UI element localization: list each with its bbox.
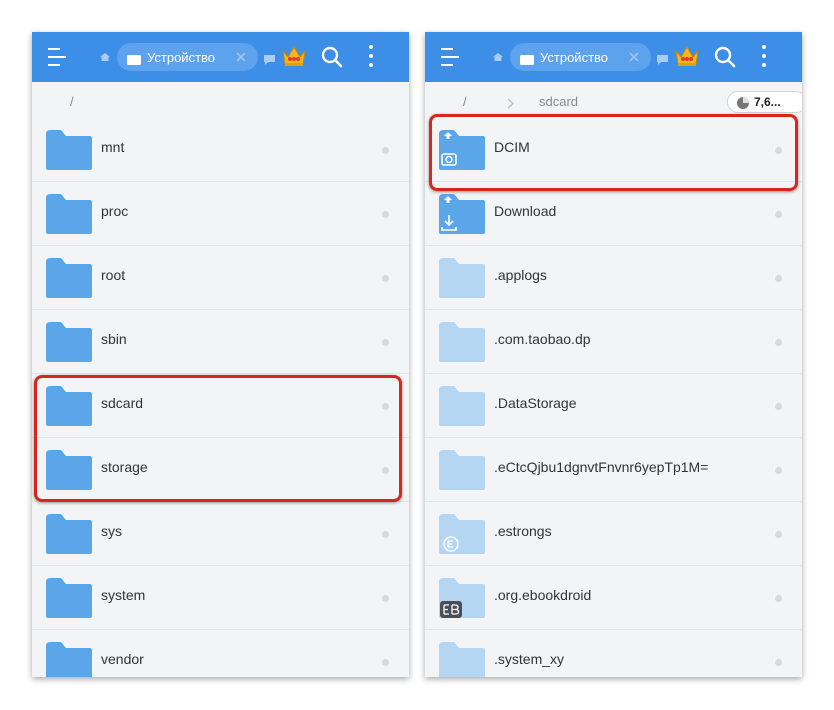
file-browser-panel-left: Устройство / mnt proc root sbin sdcard s… <box>32 32 409 677</box>
close-icon[interactable] <box>627 50 641 64</box>
download-folder-icon <box>439 194 485 234</box>
toolbar: Устройство <box>32 32 409 82</box>
menu-icon[interactable] <box>441 48 463 66</box>
estrongs-folder-icon <box>439 514 485 554</box>
item-name: .system_xy <box>494 651 565 667</box>
pie-chart-icon <box>737 97 749 109</box>
highlight-sdcard-storage <box>34 375 402 502</box>
list-item[interactable]: Download <box>425 182 802 246</box>
list-item[interactable]: .com.taobao.dp <box>425 310 802 374</box>
item-name: vendor <box>101 651 144 667</box>
item-name: .estrongs <box>494 523 552 539</box>
select-dot[interactable] <box>775 275 782 282</box>
select-dot[interactable] <box>775 595 782 602</box>
hidden-folder-icon <box>439 258 485 298</box>
crown-icon[interactable] <box>281 44 307 68</box>
list-item[interactable]: sys <box>32 502 409 566</box>
home-icon[interactable] <box>493 53 503 61</box>
device-tab[interactable]: Устройство <box>117 43 258 71</box>
select-dot[interactable] <box>775 467 782 474</box>
select-dot[interactable] <box>775 531 782 538</box>
hidden-folder-icon <box>439 322 485 362</box>
select-dot[interactable] <box>775 659 782 666</box>
item-name: sbin <box>101 331 127 347</box>
item-name: sys <box>101 523 122 539</box>
hidden-folder-icon <box>439 386 485 426</box>
close-icon[interactable] <box>234 50 248 64</box>
crown-icon[interactable] <box>674 44 700 68</box>
item-name: .applogs <box>494 267 547 283</box>
select-dot[interactable] <box>382 531 389 538</box>
highlight-dcim <box>429 114 798 191</box>
item-name: proc <box>101 203 129 219</box>
list-item[interactable]: .DataStorage <box>425 374 802 438</box>
breadcrumb: / sdcard 7,6... <box>425 82 802 118</box>
hidden-folder-icon <box>439 642 485 677</box>
item-name: mnt <box>101 139 125 155</box>
folder-icon <box>46 514 92 554</box>
item-name: Download <box>494 203 557 219</box>
item-name: .DataStorage <box>494 395 577 411</box>
list-item[interactable]: .eCtcQjbu1dgnvtFnvnr6yepTp1M= <box>425 438 802 502</box>
list-item[interactable]: root <box>32 246 409 310</box>
ebookdroid-folder-icon <box>439 578 485 618</box>
list-item[interactable]: system <box>32 566 409 630</box>
more-options-icon[interactable] <box>367 45 375 69</box>
select-dot[interactable] <box>382 147 389 154</box>
folder-icon <box>46 322 92 362</box>
list-item[interactable]: vendor <box>32 630 409 677</box>
device-tab-label: Устройство <box>540 50 609 65</box>
item-name: system <box>101 587 146 603</box>
tablet-icon <box>127 52 141 65</box>
item-name: .org.ebookdroid <box>494 587 592 603</box>
device-tab-label: Устройство <box>147 50 216 65</box>
breadcrumb-root[interactable]: / <box>70 94 74 109</box>
list-item[interactable]: proc <box>32 182 409 246</box>
select-dot[interactable] <box>382 211 389 218</box>
toolbar: Устройство <box>425 32 802 82</box>
list-item[interactable]: .estrongs <box>425 502 802 566</box>
breadcrumb-sdcard[interactable]: sdcard <box>539 94 578 109</box>
search-icon[interactable] <box>321 46 343 68</box>
window-icon[interactable] <box>264 52 275 65</box>
list-item[interactable]: mnt <box>32 118 409 182</box>
select-dot[interactable] <box>382 275 389 282</box>
item-name: .com.taobao.dp <box>494 331 591 347</box>
breadcrumb-root[interactable]: / <box>463 94 467 109</box>
folder-icon <box>46 194 92 234</box>
list-item[interactable]: .org.ebookdroid <box>425 566 802 630</box>
folder-icon <box>46 258 92 298</box>
item-name: .eCtcQjbu1dgnvtFnvnr6yepTp1M= <box>494 459 709 475</box>
list-item[interactable]: sbin <box>32 310 409 374</box>
tablet-icon <box>520 52 534 65</box>
select-dot[interactable] <box>382 659 389 666</box>
select-dot[interactable] <box>382 339 389 346</box>
select-dot[interactable] <box>382 595 389 602</box>
chevron-right-icon <box>507 96 515 109</box>
storage-usage-text: 7,6... <box>754 95 781 109</box>
home-icon[interactable] <box>100 53 110 61</box>
folder-icon <box>46 130 92 170</box>
storage-usage-badge[interactable]: 7,6... <box>727 91 802 113</box>
list-item[interactable]: .system_xy <box>425 630 802 677</box>
breadcrumb: / <box>32 82 409 118</box>
folder-icon <box>46 578 92 618</box>
list-item[interactable]: .applogs <box>425 246 802 310</box>
select-dot[interactable] <box>775 403 782 410</box>
device-tab[interactable]: Устройство <box>510 43 651 71</box>
search-icon[interactable] <box>714 46 736 68</box>
menu-icon[interactable] <box>48 48 70 66</box>
hidden-folder-icon <box>439 450 485 490</box>
select-dot[interactable] <box>775 339 782 346</box>
folder-icon <box>46 642 92 677</box>
window-icon[interactable] <box>657 52 668 65</box>
item-name: root <box>101 267 126 283</box>
more-options-icon[interactable] <box>760 45 768 69</box>
select-dot[interactable] <box>775 211 782 218</box>
